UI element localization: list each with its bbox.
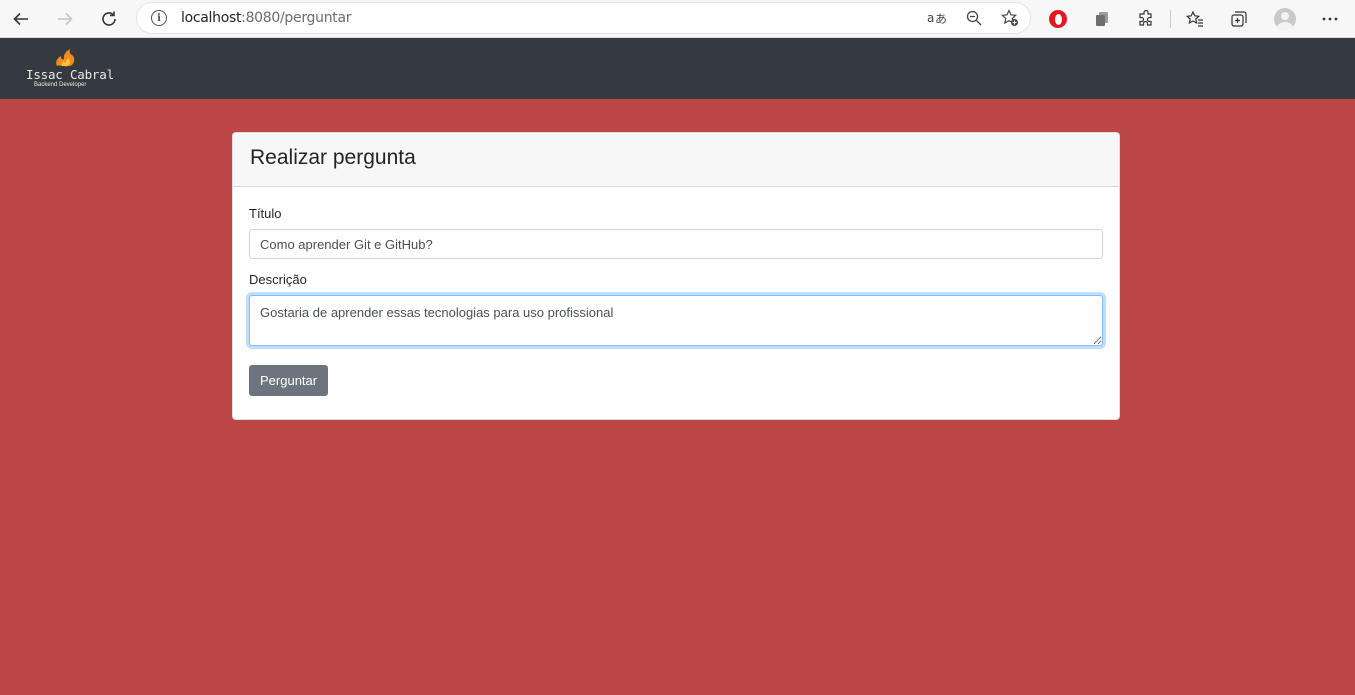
title-input[interactable] (249, 229, 1103, 259)
back-icon[interactable] (7, 5, 35, 33)
url-path: :8080/perguntar (241, 10, 352, 26)
description-textarea[interactable]: Gostaria de aprender essas tecnologias p… (249, 295, 1103, 346)
opera-extension-icon[interactable] (1046, 7, 1070, 31)
title-group: Título (249, 206, 1103, 259)
add-favorite-icon[interactable] (1000, 8, 1020, 28)
site-navbar: Issac Cabral Backend Developer (0, 38, 1355, 99)
url-text[interactable]: localhost:8080/perguntar (181, 10, 351, 26)
read-aloud-icon[interactable]: aあ (927, 8, 947, 28)
description-label: Descrição (249, 272, 307, 287)
card-title: Realizar pergunta (250, 146, 416, 169)
submit-question-button[interactable]: Perguntar (249, 365, 329, 396)
card-header: Realizar pergunta (233, 133, 1119, 187)
flame-icon (56, 49, 75, 67)
question-form: Título Descrição Gostaria de aprender es… (233, 187, 1119, 415)
title-label: Título (249, 206, 282, 221)
reload-icon[interactable] (95, 5, 123, 33)
svg-text:a: a (927, 11, 934, 25)
collections-icon[interactable] (1227, 7, 1251, 31)
browser-toolbar: i localhost:8080/perguntar aあ (0, 0, 1355, 38)
description-group: Descrição Gostaria de aprender essas tec… (249, 272, 1103, 346)
favorites-icon[interactable] (1183, 7, 1207, 31)
question-card: Realizar pergunta Título Descrição Gosta… (232, 132, 1120, 420)
svg-text:あ: あ (935, 12, 947, 26)
forward-icon[interactable] (51, 5, 79, 33)
site-logo[interactable]: Issac Cabral Backend Developer (24, 47, 114, 91)
profile-icon[interactable] (1273, 7, 1297, 31)
info-icon[interactable]: i (151, 10, 167, 26)
more-options-icon[interactable] (1318, 7, 1342, 31)
address-bar[interactable]: i localhost:8080/perguntar aあ (137, 3, 1030, 33)
logo-name: Issac Cabral (26, 67, 114, 82)
toolbar-divider (1170, 10, 1171, 28)
collections-extension-icon[interactable] (1090, 7, 1114, 31)
extensions-icon[interactable] (1134, 7, 1158, 31)
logo-subtitle: Backend Developer (34, 82, 87, 88)
zoom-out-icon[interactable] (964, 8, 984, 28)
url-host: localhost (181, 10, 242, 26)
